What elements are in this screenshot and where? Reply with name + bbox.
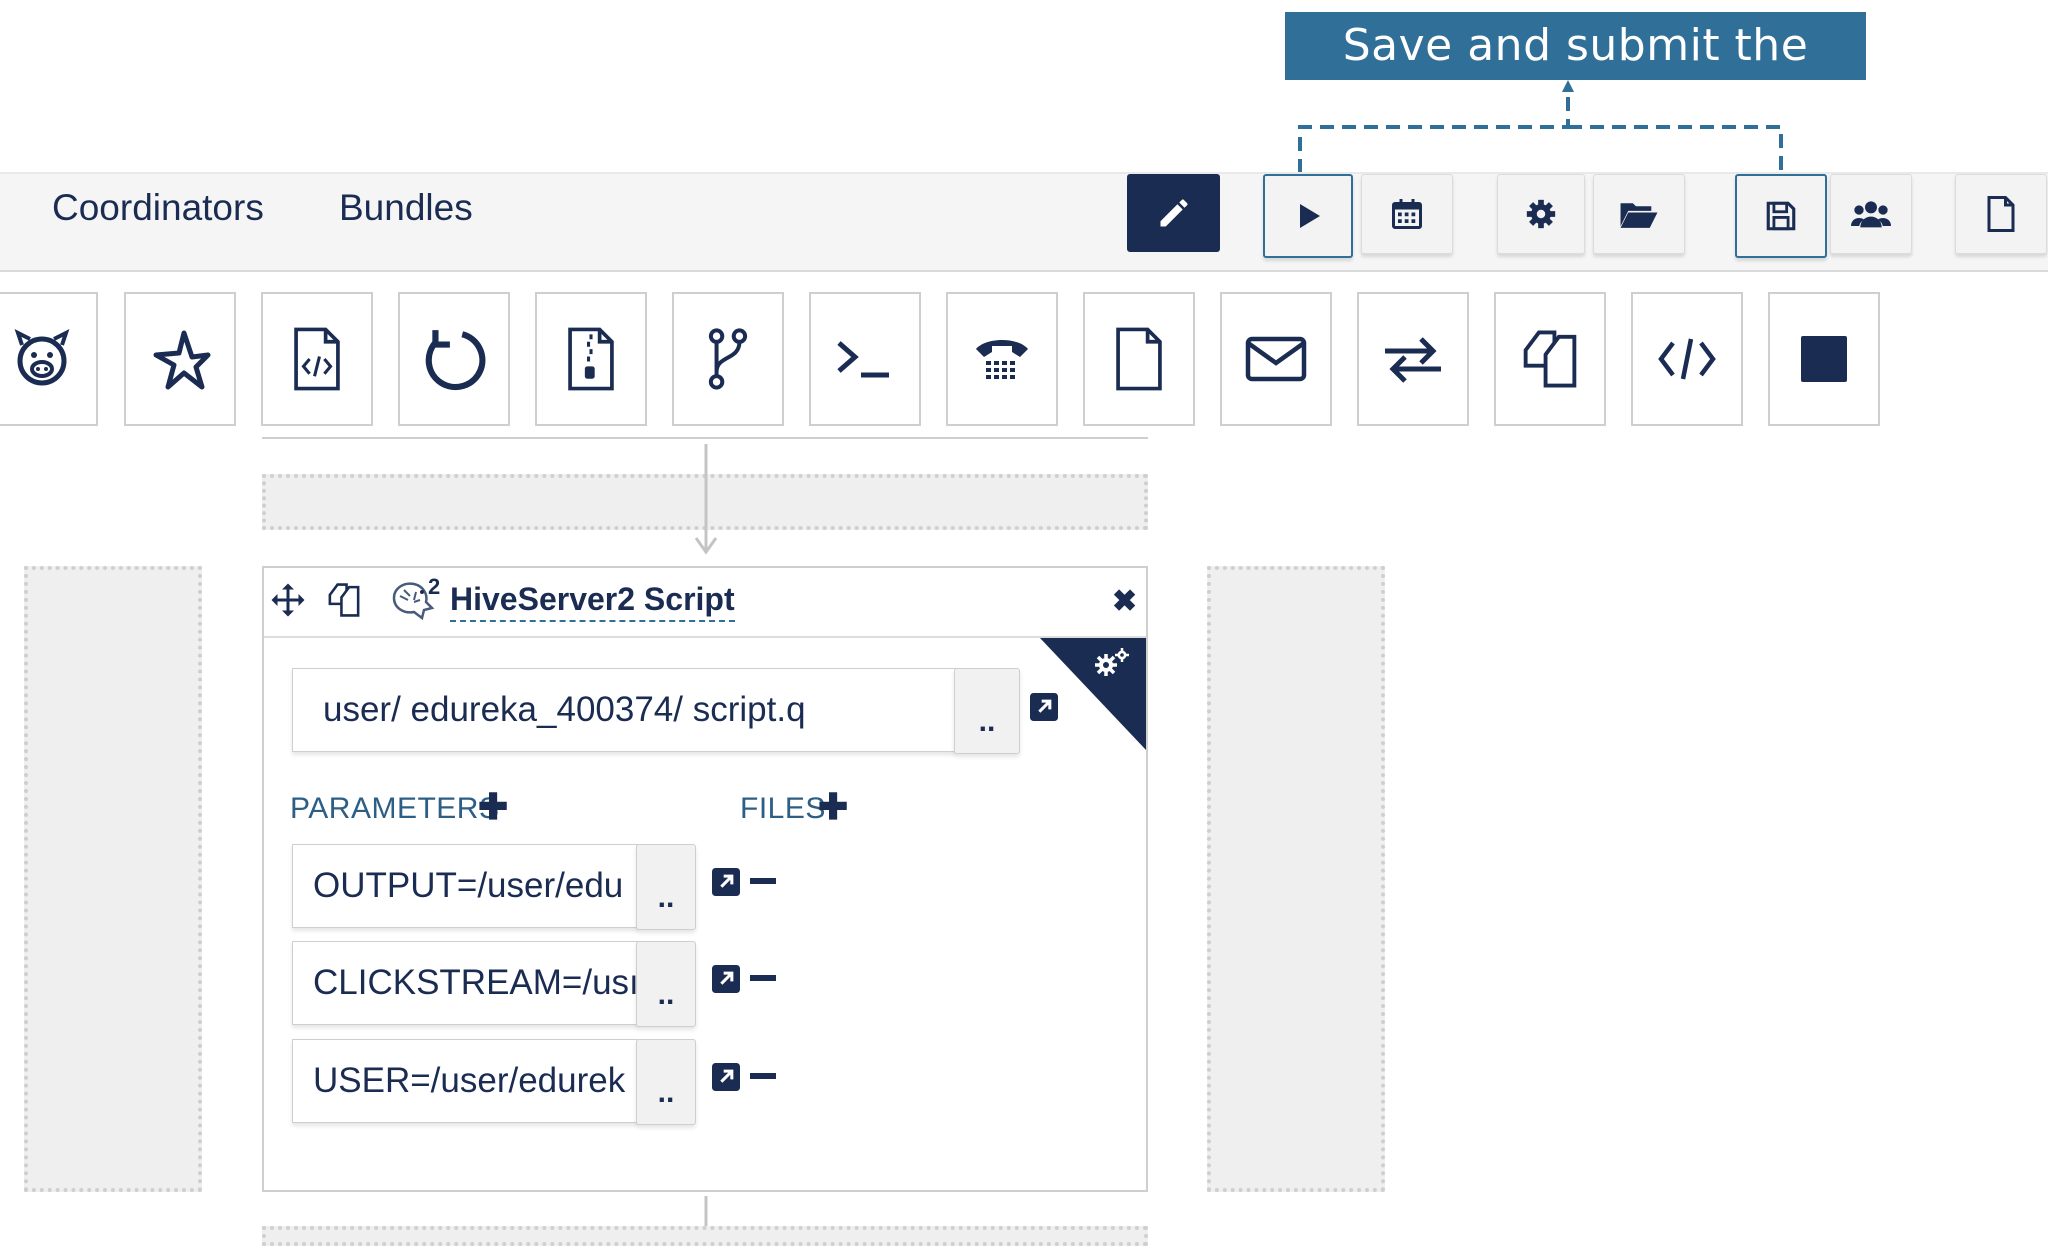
calendar-icon [1392, 199, 1422, 229]
pig-icon [14, 329, 70, 386]
card-title[interactable]: HiveServer2 Script [450, 580, 735, 622]
envelope-icon [1245, 336, 1307, 382]
refresh-icon [425, 330, 486, 391]
action-spark[interactable] [124, 292, 236, 426]
action-pig[interactable] [0, 292, 98, 426]
save-button[interactable] [1735, 174, 1827, 258]
git-branch-icon [708, 328, 748, 390]
save-icon [1766, 201, 1796, 231]
browse-parameter-button[interactable]: .. [636, 1039, 696, 1125]
action-branch[interactable] [672, 292, 784, 426]
move-icon[interactable] [270, 582, 306, 618]
external-link-icon[interactable] [712, 1063, 740, 1091]
external-link-icon[interactable] [712, 868, 740, 896]
action-code[interactable] [1631, 292, 1743, 426]
canvas-divider [262, 437, 1148, 439]
settings-button[interactable] [1497, 174, 1585, 254]
action-copy[interactable] [1494, 292, 1606, 426]
gears-icon [1095, 648, 1129, 676]
browse-parameter-button[interactable]: .. [636, 941, 696, 1027]
copy-icon [1523, 330, 1577, 388]
file-icon [1116, 327, 1162, 391]
nav-bundles[interactable]: Bundles [339, 188, 473, 228]
open-button[interactable] [1593, 174, 1685, 254]
gear-icon [1526, 199, 1556, 229]
action-zip-file[interactable] [535, 292, 647, 426]
new-document-button[interactable] [1955, 174, 2047, 254]
schedule-button[interactable] [1361, 174, 1453, 254]
stop-square-icon [1801, 336, 1847, 382]
remove-parameter-icon[interactable] [750, 878, 776, 886]
zip-file-icon [568, 327, 614, 391]
action-stop[interactable] [1768, 292, 1880, 426]
action-exchange[interactable] [1357, 292, 1469, 426]
play-icon [1300, 204, 1320, 228]
files-label: FILES [740, 792, 826, 825]
browse-parameter-button[interactable]: .. [636, 844, 696, 930]
add-parameter-icon[interactable]: ✚ [478, 786, 508, 828]
browse-script-button[interactable]: .. [954, 668, 1020, 754]
folder-open-icon [1620, 203, 1658, 228]
edit-button[interactable] [1127, 174, 1220, 252]
hive-script-icon [294, 327, 340, 391]
external-link-icon[interactable] [1030, 693, 1058, 721]
file-icon [1987, 196, 2015, 232]
spark-star-icon [153, 330, 211, 390]
sharing-button[interactable] [1830, 174, 1912, 254]
external-link-icon[interactable] [712, 965, 740, 993]
pencil-icon [1160, 199, 1187, 227]
remove-parameter-icon[interactable] [750, 1073, 776, 1081]
parameters-label: PARAMETERS [290, 792, 500, 825]
script-path-input[interactable]: user/ edureka_400374/ script.q [292, 668, 956, 752]
action-file[interactable] [1083, 292, 1195, 426]
action-hive-script[interactable] [261, 292, 373, 426]
close-icon[interactable]: ✖ [1112, 584, 1137, 619]
parameter-input[interactable]: USER=/user/edurek [292, 1039, 638, 1123]
parameter-input[interactable]: OUTPUT=/user/edu [292, 844, 638, 928]
terminal-icon [837, 341, 889, 378]
drop-zone-right[interactable] [1207, 566, 1385, 1192]
nav-coordinators[interactable]: Coordinators [52, 188, 264, 228]
drop-zone-left[interactable] [24, 566, 202, 1192]
drop-zone-bottom[interactable] [262, 1226, 1148, 1246]
code-icon [1658, 338, 1716, 380]
exchange-icon [1385, 337, 1441, 383]
users-icon [1851, 201, 1891, 228]
add-file-icon[interactable]: ✚ [818, 786, 848, 828]
submit-button[interactable] [1263, 174, 1353, 258]
copy-icon[interactable] [326, 582, 362, 618]
action-email[interactable] [1220, 292, 1332, 426]
action-phone[interactable] [946, 292, 1058, 426]
card-badge: 2 [428, 574, 441, 599]
remove-parameter-icon[interactable] [750, 975, 776, 983]
action-shell[interactable] [809, 292, 921, 426]
parameter-input[interactable]: CLICKSTREAM=/usı [292, 941, 638, 1025]
phone-icon [976, 340, 1028, 379]
action-refresh[interactable] [398, 292, 510, 426]
flow-arrow-top [694, 444, 718, 555]
